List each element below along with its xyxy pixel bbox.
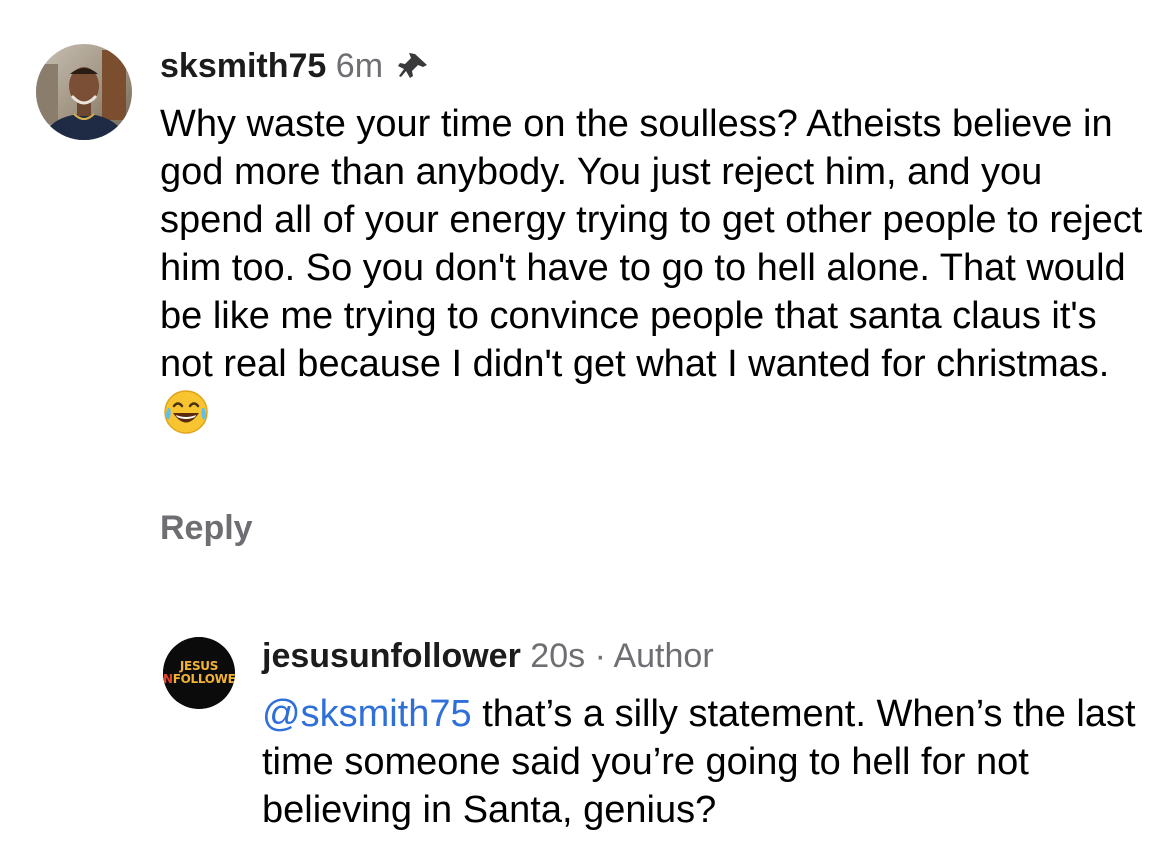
svg-text:UNFOLLOWER: UNFOLLOWER [163,672,235,686]
pin-icon [398,50,430,90]
username[interactable]: sksmith75 [160,47,326,85]
comment-text: Why waste your time on the soulless? Ath… [160,100,1150,448]
avatar-photo [36,44,132,140]
logo-line-1: JESUS [179,659,218,673]
reply-text: @sksmith75 that’s a silly statement. Whe… [262,690,1152,834]
author-badge: Author [613,637,714,675]
timestamp: 6m [335,47,384,85]
logo-line-2-red: UN [163,672,173,686]
comment-thread: sksmith75 6m Why waste your time on the … [0,0,1167,853]
timestamp: 20s [530,637,586,675]
reply-button[interactable]: Reply [160,508,253,548]
mention-link[interactable]: @sksmith75 [262,693,472,735]
username[interactable]: jesusunfollower [262,637,521,675]
comment-header: sksmith75 6m [160,46,430,90]
reply-header: jesusunfollower 20s · Author [262,636,714,676]
comment-body: Why waste your time on the soulless? Ath… [160,103,1143,385]
avatar[interactable] [36,44,132,140]
face-with-tears-of-joy-icon [162,388,210,448]
logo-line-2-rest: FOLLOWER [173,672,235,686]
jesus-unfollower-logo: JESUS UNFOLLOWER [163,637,235,709]
separator: · [594,637,606,675]
avatar[interactable]: JESUS UNFOLLOWER [163,637,235,709]
